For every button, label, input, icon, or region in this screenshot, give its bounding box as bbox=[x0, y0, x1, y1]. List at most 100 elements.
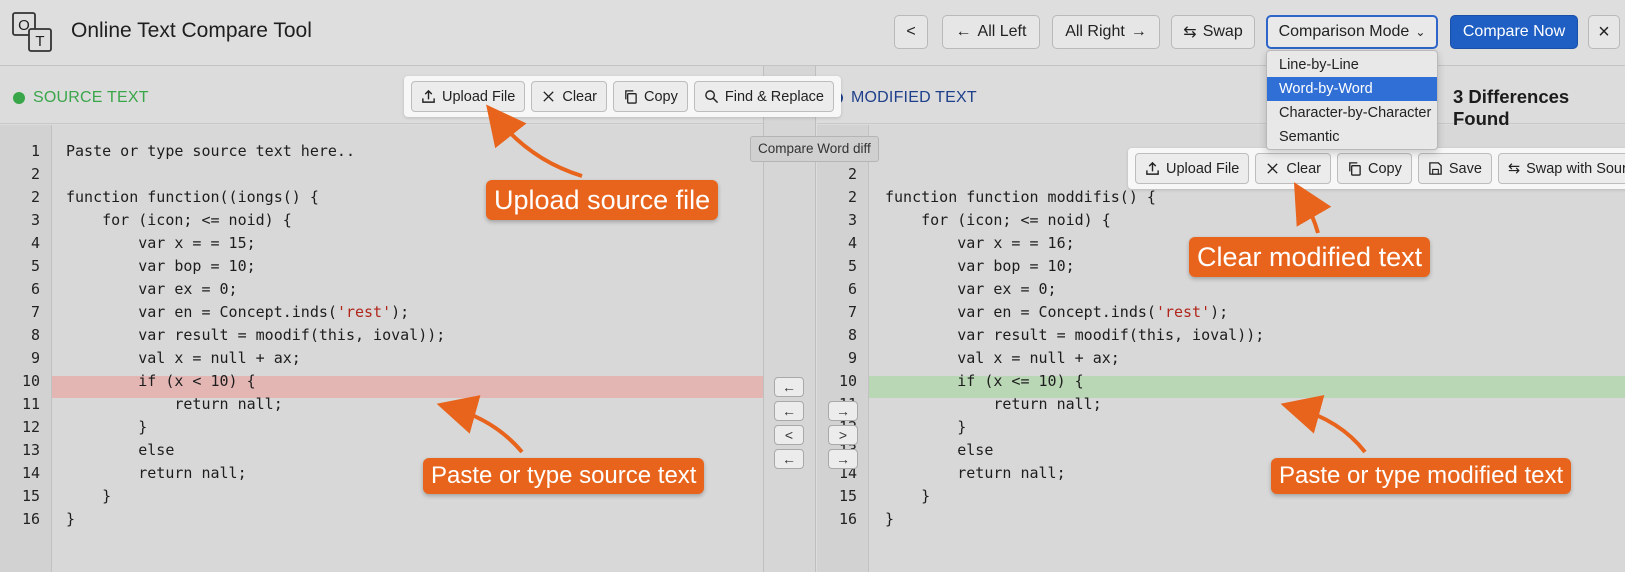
source-upload-button[interactable]: Upload File bbox=[411, 81, 526, 112]
svg-text:O: O bbox=[18, 17, 30, 34]
code-line: var en = Concept.inds('rest'); bbox=[885, 303, 1229, 321]
line-number: 6 bbox=[30, 280, 40, 298]
all-right-button[interactable]: All Right → bbox=[1052, 15, 1160, 49]
swap-button[interactable]: ⇆ Swap bbox=[1171, 15, 1255, 49]
code-line: function function((iongs() { bbox=[66, 188, 319, 206]
merge-left-button[interactable]: ← bbox=[774, 377, 804, 397]
comparison-mode-select[interactable]: Comparison Mode ⌄ bbox=[1266, 15, 1438, 49]
arrow-left-icon: ← bbox=[955, 23, 972, 40]
line-number: 10 bbox=[838, 372, 857, 390]
chevron-left-icon: < bbox=[784, 427, 794, 443]
close-button[interactable]: × bbox=[1588, 15, 1620, 49]
line-number: 3 bbox=[30, 211, 40, 229]
merge-right-button[interactable]: → bbox=[828, 449, 858, 469]
close-icon: × bbox=[1598, 20, 1610, 43]
mode-option-word[interactable]: Word-by-Word bbox=[1267, 77, 1437, 101]
all-left-button[interactable]: ← All Left bbox=[942, 15, 1040, 49]
mode-option-line[interactable]: Line-by-Line bbox=[1267, 53, 1437, 77]
code-line: } bbox=[66, 487, 112, 505]
line-number: 15 bbox=[838, 487, 857, 505]
line-number: 5 bbox=[847, 257, 857, 275]
find-replace-button[interactable]: Find & Replace bbox=[693, 81, 834, 112]
line-number: 16 bbox=[21, 510, 40, 528]
line-number: 9 bbox=[30, 349, 40, 367]
upload-icon bbox=[422, 89, 435, 103]
line-number: 4 bbox=[847, 234, 857, 252]
paste-modified-callout: Paste or type modified text bbox=[1271, 458, 1572, 494]
line-number: 11 bbox=[21, 395, 40, 413]
mode-option-semantic[interactable]: Semantic bbox=[1267, 125, 1437, 149]
swap-icon: ⇆ bbox=[1507, 160, 1521, 177]
line-number: 8 bbox=[30, 326, 40, 344]
source-toolbar: Upload File Clear Copy Find & Replace bbox=[404, 76, 841, 117]
string-literal: 'rest' bbox=[336, 303, 392, 321]
compare-now-button[interactable]: Compare Now bbox=[1450, 15, 1578, 49]
source-copy-label: Copy bbox=[644, 88, 678, 105]
code-line: function function moddifis() { bbox=[885, 188, 1156, 206]
source-copy-button[interactable]: Copy bbox=[613, 81, 688, 112]
swap-with-source-button[interactable]: ⇆ Swap with Source bbox=[1497, 153, 1625, 184]
modified-copy-button[interactable]: Copy bbox=[1337, 153, 1412, 184]
arrow-right-icon: → bbox=[836, 451, 850, 467]
code-line: var result = moodif(this, ioval)); bbox=[66, 326, 446, 344]
modified-editor[interactable]: 122function function moddifis() {3 for (… bbox=[817, 125, 1625, 572]
source-label-text: SOURCE TEXT bbox=[33, 89, 149, 106]
line-number: 3 bbox=[847, 211, 857, 229]
all-left-label: All Left bbox=[977, 23, 1027, 40]
source-clear-label: Clear bbox=[562, 88, 597, 105]
code-line: var ex = 0; bbox=[885, 280, 1057, 298]
code-line: for (icon; <= noid) { bbox=[885, 211, 1111, 229]
line-number: 13 bbox=[21, 441, 40, 459]
all-right-label: All Right bbox=[1065, 23, 1125, 40]
line-number: 7 bbox=[847, 303, 857, 321]
line-number: 2 bbox=[847, 165, 857, 183]
code-line: } bbox=[66, 510, 76, 528]
modified-upload-label: Upload File bbox=[1166, 160, 1240, 177]
code-line: val x = null + ax; bbox=[885, 349, 1120, 367]
save-button[interactable]: Save bbox=[1417, 153, 1492, 184]
arrow-left-icon: ← bbox=[782, 379, 796, 395]
code-line: return nall; bbox=[885, 464, 1066, 482]
merge-left-button[interactable]: ← bbox=[774, 401, 804, 421]
line-number: 4 bbox=[30, 234, 40, 252]
merge-left-button[interactable]: ← bbox=[774, 449, 804, 469]
code-line: if (x < 10) { bbox=[66, 372, 256, 390]
code-line: var x = = 15; bbox=[66, 234, 256, 252]
clear-icon bbox=[543, 91, 555, 102]
prev-button[interactable]: < bbox=[894, 15, 928, 49]
line-number: 6 bbox=[847, 280, 857, 298]
source-clear-button[interactable]: Clear bbox=[531, 81, 607, 112]
app-title: Online Text Compare Tool bbox=[71, 19, 312, 42]
line-number: 1 bbox=[30, 142, 40, 160]
line-number: 2 bbox=[30, 188, 40, 206]
code-line: } bbox=[885, 418, 967, 436]
modified-upload-button[interactable]: Upload File bbox=[1135, 153, 1250, 184]
upload-icon bbox=[1146, 161, 1159, 175]
swap-with-source-label: Swap with Source bbox=[1526, 160, 1625, 177]
code-line: else bbox=[66, 441, 175, 459]
modified-clear-button[interactable]: Clear bbox=[1255, 153, 1331, 184]
code-line: for (icon; <= noid) { bbox=[66, 211, 292, 229]
chevron-right-icon: > bbox=[838, 427, 848, 443]
code-line: } bbox=[885, 487, 931, 505]
code-line: var bop = 10; bbox=[885, 257, 1075, 275]
arrow-right-icon: → bbox=[1130, 23, 1147, 40]
line-number: 2 bbox=[30, 165, 40, 183]
code-line: var en = Concept.inds('rest'); bbox=[66, 303, 410, 321]
code-line: var result = moodif(this, ioval)); bbox=[885, 326, 1265, 344]
merge-right-button[interactable]: → bbox=[828, 401, 858, 421]
code-line: var ex = 0; bbox=[66, 280, 238, 298]
line-number: 5 bbox=[30, 257, 40, 275]
code-line: else bbox=[885, 441, 994, 459]
source-dot-icon bbox=[13, 92, 25, 104]
comparison-mode-label: Comparison Mode bbox=[1278, 23, 1410, 40]
modified-toolbar: Upload File Clear Copy Save ⇆ Swap with … bbox=[1128, 148, 1625, 189]
mode-option-character[interactable]: Character-by-Character bbox=[1267, 101, 1437, 125]
next-diff-button[interactable]: > bbox=[828, 425, 858, 445]
code-line: return nall; bbox=[885, 395, 1102, 413]
clear-icon bbox=[1267, 163, 1279, 174]
code-line: var x = = 16; bbox=[885, 234, 1075, 252]
prev-diff-button[interactable]: < bbox=[774, 425, 804, 445]
save-icon bbox=[1429, 162, 1442, 175]
line-number: 16 bbox=[838, 510, 857, 528]
